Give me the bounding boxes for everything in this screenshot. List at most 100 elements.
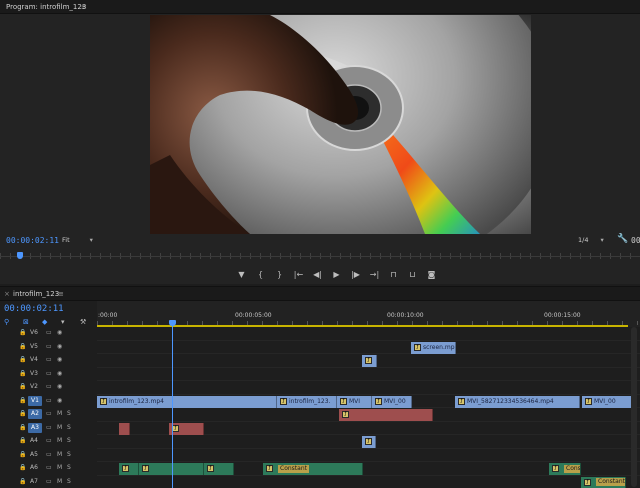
solo-button[interactable]: S (67, 478, 71, 485)
close-icon[interactable]: × (4, 290, 10, 298)
playback-resolution-select[interactable]: 1/4 ▾ (578, 236, 604, 244)
transition-badge[interactable]: Constant (596, 478, 625, 486)
timeline-clip[interactable]: ƒ (362, 355, 377, 367)
track-lane[interactable]: ƒ ƒ ƒ ƒ Constant ƒ Constant (97, 462, 640, 476)
eye-icon[interactable]: ◉ (57, 397, 62, 404)
eye-icon[interactable]: ◉ (57, 329, 62, 336)
program-monitor-tab[interactable]: Program: introfilm_123 ≡ (0, 0, 640, 14)
go-to-out-icon[interactable]: →| (369, 269, 380, 281)
vertical-scrollbar[interactable] (631, 327, 637, 487)
track-lane[interactable]: ƒ Constant (97, 476, 640, 488)
track-lane[interactable]: ƒ (97, 408, 640, 422)
track-name[interactable]: A2 (28, 409, 42, 419)
solo-button[interactable]: S (67, 424, 71, 431)
timeline-clip[interactable]: ƒ screen.mp (411, 341, 456, 354)
program-video-frame[interactable] (150, 15, 531, 234)
lock-icon[interactable]: 🔒 (19, 329, 26, 336)
transition-badge[interactable]: Constant (564, 464, 580, 473)
timeline-timecode[interactable]: 00:00:02:11 (4, 304, 64, 314)
eye-icon[interactable]: ◉ (57, 370, 62, 377)
track-name[interactable]: V4 (30, 355, 38, 365)
track-name[interactable]: A7 (30, 477, 38, 487)
track-lane[interactable]: ƒ (97, 422, 640, 435)
solo-button[interactable]: S (67, 451, 71, 458)
play-icon[interactable]: ▶ (331, 269, 342, 281)
sync-lock-icon[interactable]: ▭ (46, 424, 52, 431)
lock-icon[interactable]: 🔒 (19, 451, 26, 458)
track-name[interactable]: A4 (30, 436, 38, 446)
step-forward-icon[interactable]: |▶ (350, 269, 361, 281)
timeline-clip[interactable]: ƒ MVI_582712334536464.mp4 (455, 395, 580, 408)
timeline-clip[interactable]: ƒ Constant (549, 463, 581, 475)
track-lane[interactable]: ƒ (97, 354, 640, 368)
sync-lock-icon[interactable]: ▭ (46, 329, 52, 336)
sync-lock-icon[interactable]: ▭ (46, 370, 52, 377)
export-frame-icon[interactable]: ◙ (426, 269, 437, 281)
mute-button[interactable]: M (57, 478, 62, 485)
track-lane[interactable] (97, 449, 640, 462)
sync-lock-icon[interactable]: ▭ (46, 437, 52, 444)
lock-icon[interactable]: 🔒 (19, 424, 26, 431)
monitor-playhead[interactable] (17, 252, 23, 259)
track-lane[interactable] (97, 327, 640, 341)
timeline-clip[interactable]: ƒ (119, 463, 139, 475)
snap-icon[interactable]: ⚲ (4, 318, 14, 326)
sync-lock-icon[interactable]: ▭ (46, 356, 52, 363)
sync-lock-icon[interactable]: ▭ (46, 451, 52, 458)
timeline-clip[interactable]: ƒ (339, 409, 433, 421)
timeline-clip[interactable]: ƒ (204, 463, 234, 475)
mark-in-icon[interactable]: { (255, 269, 266, 281)
panel-menu-icon[interactable]: ≡ (58, 290, 64, 298)
timeline-clip[interactable]: ƒ (362, 436, 376, 448)
sync-lock-icon[interactable]: ▭ (46, 464, 52, 471)
lock-icon[interactable]: 🔒 (19, 410, 26, 417)
timeline-clip[interactable]: ƒ introfilm_123. (277, 395, 337, 408)
extract-icon[interactable]: ⊔ (407, 269, 418, 281)
wrench-icon[interactable]: ⚒ (80, 318, 90, 326)
solo-button[interactable]: S (67, 437, 71, 444)
monitor-time-ruler[interactable] (0, 248, 640, 262)
mute-button[interactable]: M (57, 464, 62, 471)
mute-button[interactable]: M (57, 451, 62, 458)
eye-icon[interactable]: ◉ (57, 383, 62, 390)
lock-icon[interactable]: 🔒 (19, 397, 26, 404)
eye-icon[interactable]: ◉ (57, 356, 62, 363)
lock-icon[interactable]: 🔒 (19, 370, 26, 377)
timeline-clip[interactable]: ƒ MVI (337, 395, 372, 408)
solo-button[interactable]: S (67, 410, 71, 417)
mute-button[interactable]: M (57, 437, 62, 444)
sync-lock-icon[interactable]: ▭ (46, 410, 52, 417)
track-name[interactable]: A3 (28, 422, 42, 433)
eye-icon[interactable]: ◉ (57, 343, 62, 350)
sync-lock-icon[interactable]: ▭ (46, 397, 52, 404)
panel-menu-icon[interactable]: ≡ (81, 3, 87, 11)
lock-icon[interactable]: 🔒 (19, 343, 26, 350)
track-name[interactable]: V6 (30, 328, 38, 338)
track-name[interactable]: V3 (30, 369, 38, 379)
timeline-clip[interactable]: ƒ (169, 422, 204, 435)
track-name[interactable]: A5 (30, 450, 38, 460)
transition-badge[interactable]: Constant (278, 464, 309, 473)
sync-lock-icon[interactable]: ▭ (46, 383, 52, 390)
sequence-tab[interactable]: × introfilm_123 ≡ (0, 287, 640, 301)
lock-icon[interactable]: 🔒 (19, 478, 26, 485)
wrench-icon[interactable]: 🔧 (617, 234, 628, 244)
lock-icon[interactable]: 🔒 (19, 356, 26, 363)
timeline-clip[interactable]: ƒ MVI_00 (372, 395, 412, 408)
lock-icon[interactable]: 🔒 (19, 464, 26, 471)
sync-lock-icon[interactable]: ▭ (46, 478, 52, 485)
track-name[interactable]: A6 (30, 463, 38, 473)
track-name[interactable]: V5 (30, 342, 38, 352)
track-lane[interactable]: ƒ introfilm_123.mp4 ƒ introfilm_123. ƒ MVI ƒ MV… (97, 395, 640, 408)
solo-button[interactable]: S (67, 464, 71, 471)
go-to-in-icon[interactable]: |← (293, 269, 304, 281)
track-name[interactable]: V1 (28, 395, 42, 406)
playhead-timecode[interactable]: 00:00:02:11 (6, 236, 59, 245)
lift-icon[interactable]: ⊓ (388, 269, 399, 281)
settings-icon[interactable]: ▾ (61, 318, 71, 326)
add-marker-icon[interactable]: ▼ (236, 269, 247, 281)
sync-lock-icon[interactable]: ▭ (46, 343, 52, 350)
step-back-icon[interactable]: ◀| (312, 269, 323, 281)
mute-button[interactable]: M (57, 410, 62, 417)
mute-button[interactable]: M (57, 424, 62, 431)
